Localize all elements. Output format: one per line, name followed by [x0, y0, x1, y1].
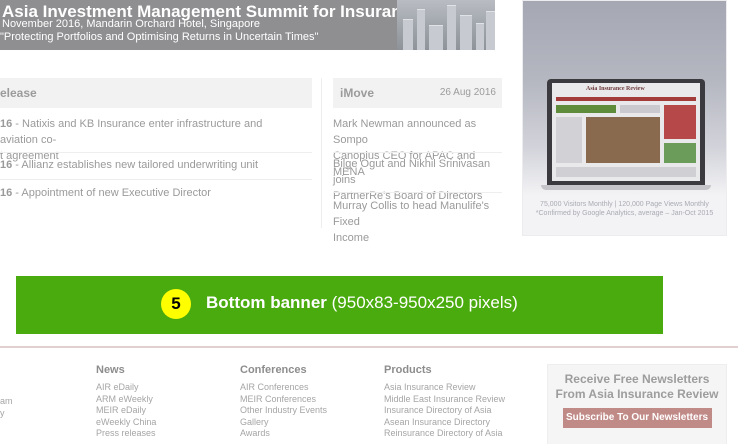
newsletter-signup-box: Receive Free Newsletters From Asia Insur… [547, 364, 727, 444]
footer-link[interactable]: Awards [240, 428, 327, 440]
imove-item[interactable]: Murray Collis to head Manulife's Fixed I… [333, 198, 505, 246]
divider [0, 179, 312, 180]
divider [333, 192, 502, 193]
press-item-date: 16 [0, 159, 13, 171]
footer-link[interactable]: Gallery [240, 417, 327, 429]
divider [0, 152, 312, 153]
press-item-date: 16 [0, 187, 13, 199]
laptop-image: Asia Insurance Review [541, 79, 711, 191]
press-release-item[interactable]: 16 - Appointment of new Executive Direct… [0, 185, 300, 201]
footer: am y News AIR eDaily ARM eWeekly MEIR eD… [0, 346, 738, 444]
summit-banner[interactable]: Asia Investment Management Summit for In… [0, 0, 495, 50]
newsletter-title: Receive Free Newsletters From Asia Insur… [548, 372, 726, 402]
press-release-heading: elease [0, 86, 37, 100]
footer-link[interactable]: Other Industry Events [240, 405, 327, 417]
press-release-item[interactable]: 16 - Allianz establishes new tailored un… [0, 157, 300, 173]
banner-label-title: Bottom banner [206, 293, 327, 312]
press-release-section: elease 16 - Natixis and KB Insurance ent… [0, 78, 312, 228]
footer-link[interactable]: AIR Conferences [240, 382, 327, 394]
press-item-date: 16 [0, 118, 13, 130]
footer-link[interactable]: Asean Insurance Directory [384, 417, 505, 429]
banner-label-size: (950x83-950x250 pixels) [331, 293, 518, 312]
footer-products-heading: Products [384, 364, 432, 376]
summit-tagline: "Protecting Portfolios and Optimising Re… [0, 31, 319, 43]
summit-date: November 2016, Mandarin Orchard Hotel, S… [2, 18, 261, 30]
column-divider [321, 78, 322, 228]
footer-link[interactable]: Insurance Directory of Asia [384, 405, 505, 417]
laptop-base [541, 185, 711, 190]
press-item-title: Allianz establishes new tailored underwr… [21, 159, 259, 171]
newsletter-title-line: Receive Free Newsletters [564, 372, 710, 386]
imove-heading: iMove [340, 86, 375, 100]
press-release-header: elease [0, 78, 312, 108]
footer-conferences-column: Conferences AIR Conferences MEIR Confere… [240, 364, 327, 440]
imove-item-line: Income [333, 232, 370, 244]
imove-item-line: Bilge Ogut and Nikhil Srinivasan joins [333, 158, 491, 186]
city-skyline-image [397, 0, 495, 50]
footer-link[interactable]: Press releases [96, 428, 156, 440]
magazine-logo: Asia Insurance Review [586, 86, 645, 92]
footer-link[interactable]: MEIR eDaily [96, 405, 156, 417]
footer-link[interactable]: eWeekly China [96, 417, 156, 429]
footer-products-column: Products Asia Insurance Review Middle Ea… [384, 364, 505, 440]
page: Asia Investment Management Summit for In… [0, 0, 738, 444]
bottom-banner-placeholder[interactable]: 5 Bottom banner (950x83-950x250 pixels) [16, 276, 663, 334]
advert-stats-line: 75,000 Visitors Monthly | 120,000 Page V… [540, 201, 709, 208]
newsletter-title-line: From Asia Insurance Review [555, 387, 719, 401]
imove-item-line: Murray Collis to head Manulife's Fixed [333, 200, 490, 228]
imove-date: 26 Aug 2016 [439, 87, 496, 98]
footer-link[interactable]: am [0, 396, 13, 406]
imove-section: iMove 26 Aug 2016 Mark Newman announced … [333, 78, 505, 244]
banner-number-badge: 5 [161, 289, 191, 319]
imove-header: iMove 26 Aug 2016 [333, 78, 502, 108]
footer-news-heading: News [96, 364, 125, 376]
footer-link[interactable]: MEIR Conferences [240, 394, 327, 406]
footer-link[interactable]: y [0, 408, 5, 418]
footer-link[interactable]: Asia Insurance Review [384, 382, 505, 394]
press-item-title: Appointment of new Executive Director [21, 187, 211, 199]
sidebar-advert[interactable]: Asia Insurance Review 75,000 Visitors Mo… [522, 0, 727, 236]
divider [333, 152, 502, 153]
subscribe-newsletter-button[interactable]: Subscribe To Our Newsletters [562, 408, 712, 428]
press-item-title: Natixis and KB Insurance enter infrastru… [0, 118, 263, 146]
website-preview: Asia Insurance Review [552, 83, 700, 181]
laptop-screen: Asia Insurance Review [547, 79, 705, 185]
footer-link[interactable]: Middle East Insurance Review [384, 394, 505, 406]
footer-link[interactable]: Reinsurance Directory of Asia [384, 428, 505, 440]
imove-item-line: Mark Newman announced as Sompo [333, 118, 477, 146]
footer-conferences-heading: Conferences [240, 364, 307, 376]
advert-stats: 75,000 Visitors Monthly | 120,000 Page V… [523, 200, 726, 218]
footer-news-column: News AIR eDaily ARM eWeekly MEIR eDaily … [96, 364, 156, 440]
advert-stats-note: *Confirmed by Google Analytics, average … [535, 210, 714, 217]
banner-label: Bottom banner (950x83-950x250 pixels) [206, 293, 518, 313]
press-item-separator: - [12, 118, 23, 130]
footer-link[interactable]: ARM eWeekly [96, 394, 156, 406]
footer-link[interactable]: AIR eDaily [96, 382, 156, 394]
imove-item[interactable]: Bilge Ogut and Nikhil Srinivasan joins P… [333, 156, 505, 204]
